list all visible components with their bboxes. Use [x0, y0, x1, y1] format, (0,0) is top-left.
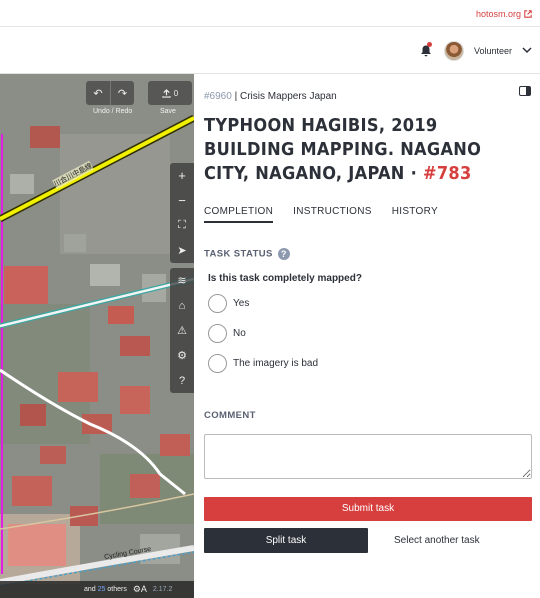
- help-button[interactable]: ?: [170, 368, 194, 393]
- avatar[interactable]: [444, 41, 464, 61]
- zoom-in-button[interactable]: +: [170, 163, 194, 188]
- notification-dot: [427, 42, 432, 47]
- task-tabs: COMPLETION INSTRUCTIONS HISTORY: [204, 206, 438, 223]
- map-controls-zoom: + − ⛶ ➤: [170, 163, 194, 263]
- issues-button[interactable]: ⚠: [170, 318, 194, 343]
- title-separator: ·: [404, 163, 423, 184]
- radio-yes[interactable]: Yes: [208, 294, 249, 313]
- top-strip: hotosm.org: [0, 0, 540, 27]
- upload-icon: [162, 88, 171, 98]
- radio-bad-imagery[interactable]: The imagery is bad: [208, 354, 318, 373]
- save-group: 0: [148, 81, 192, 105]
- radio-no[interactable]: No: [208, 324, 246, 343]
- help-icon: ?: [178, 374, 186, 387]
- editor-version[interactable]: 2.17.2: [153, 586, 172, 593]
- radio-circle[interactable]: [208, 294, 227, 313]
- redo-icon: ↷: [117, 87, 128, 100]
- geolocate-button[interactable]: ➤: [170, 238, 194, 263]
- split-task-button[interactable]: Split task: [204, 528, 368, 553]
- task-status-heading: TASK STATUS?: [204, 248, 290, 260]
- comment-label: COMMENT: [204, 410, 256, 421]
- select-another-task-button[interactable]: Select another task: [394, 535, 480, 546]
- help-circle-icon[interactable]: ?: [277, 248, 290, 260]
- language-icon[interactable]: ⚙A: [133, 584, 147, 595]
- radio-bad-imagery-label[interactable]: The imagery is bad: [233, 358, 318, 369]
- radio-yes-label[interactable]: Yes: [233, 298, 249, 309]
- tab-history[interactable]: HISTORY: [392, 206, 438, 223]
- organisation-name: Crisis Mappers Japan: [239, 91, 337, 102]
- map-footer: and 25 others ⚙A 2.17.2: [0, 581, 194, 598]
- others-prefix: and: [84, 586, 98, 593]
- header-nav: Volunteer: [0, 27, 540, 74]
- undo-redo-group: ↶ ↷: [86, 81, 134, 105]
- contributors-text: and 25 others: [84, 586, 127, 593]
- redo-button[interactable]: ↷: [110, 81, 134, 105]
- external-link-icon: [524, 10, 532, 18]
- map-toolbar: ↶ ↷ 0: [86, 81, 192, 105]
- completion-question: Is this task completely mapped?: [208, 273, 362, 284]
- hotosm-link[interactable]: hotosm.org: [476, 9, 532, 19]
- task-status-label: TASK STATUS: [204, 248, 273, 260]
- layers-icon: ≋: [177, 275, 187, 287]
- user-gear-icon: ⚙: [177, 350, 187, 362]
- undo-icon: ↶: [93, 87, 103, 100]
- save-label: Save: [160, 108, 176, 115]
- project-id[interactable]: #6960: [204, 91, 232, 102]
- map-editor[interactable]: 川合川中島線 Cycling Course: [0, 74, 194, 598]
- radio-circle[interactable]: [208, 324, 227, 343]
- save-count: 0: [173, 88, 179, 98]
- plus-icon: +: [178, 168, 186, 183]
- background-button[interactable]: ≋: [170, 268, 194, 293]
- undo-button[interactable]: ↶: [86, 81, 110, 105]
- zoom-to-selection-button[interactable]: ⛶: [170, 213, 194, 238]
- warning-icon: ⚠: [177, 325, 187, 337]
- location-arrow-icon: ➤: [177, 245, 187, 257]
- map-data-button[interactable]: ⌂: [170, 293, 194, 318]
- project-line: #6960 | Crisis Mappers Japan: [204, 91, 337, 102]
- map-data-icon: ⌂: [178, 299, 186, 312]
- task-number: #783: [422, 163, 472, 184]
- username[interactable]: Volunteer: [474, 46, 512, 56]
- save-button[interactable]: 0: [148, 81, 192, 105]
- others-suffix: others: [105, 586, 127, 593]
- task-panel: #6960 | Crisis Mappers Japan Typhoon Hag…: [194, 74, 540, 598]
- submit-task-button[interactable]: Submit task: [204, 497, 532, 521]
- map-controls-panes: ≋ ⌂ ⚠ ⚙ ?: [170, 268, 194, 393]
- radio-circle[interactable]: [208, 354, 227, 373]
- undo-redo-label: Undo / Redo: [93, 108, 133, 115]
- satellite-imagery[interactable]: [0, 74, 194, 598]
- zoom-out-button[interactable]: −: [170, 188, 194, 213]
- preferences-button[interactable]: ⚙: [170, 343, 194, 368]
- radio-no-label[interactable]: No: [233, 328, 246, 339]
- tab-completion[interactable]: COMPLETION: [204, 206, 274, 223]
- chevron-down-icon[interactable]: [522, 46, 532, 54]
- zoom-extent-icon: ⛶: [178, 219, 186, 231]
- collapse-panel-icon[interactable]: [519, 86, 531, 96]
- hotosm-link-label[interactable]: hotosm.org: [476, 9, 521, 19]
- page-title: Typhoon Hagibis, 2019 building mapping. …: [204, 114, 504, 186]
- comment-field[interactable]: [204, 434, 532, 479]
- tab-instructions[interactable]: INSTRUCTIONS: [293, 206, 372, 223]
- minus-icon: −: [178, 193, 186, 208]
